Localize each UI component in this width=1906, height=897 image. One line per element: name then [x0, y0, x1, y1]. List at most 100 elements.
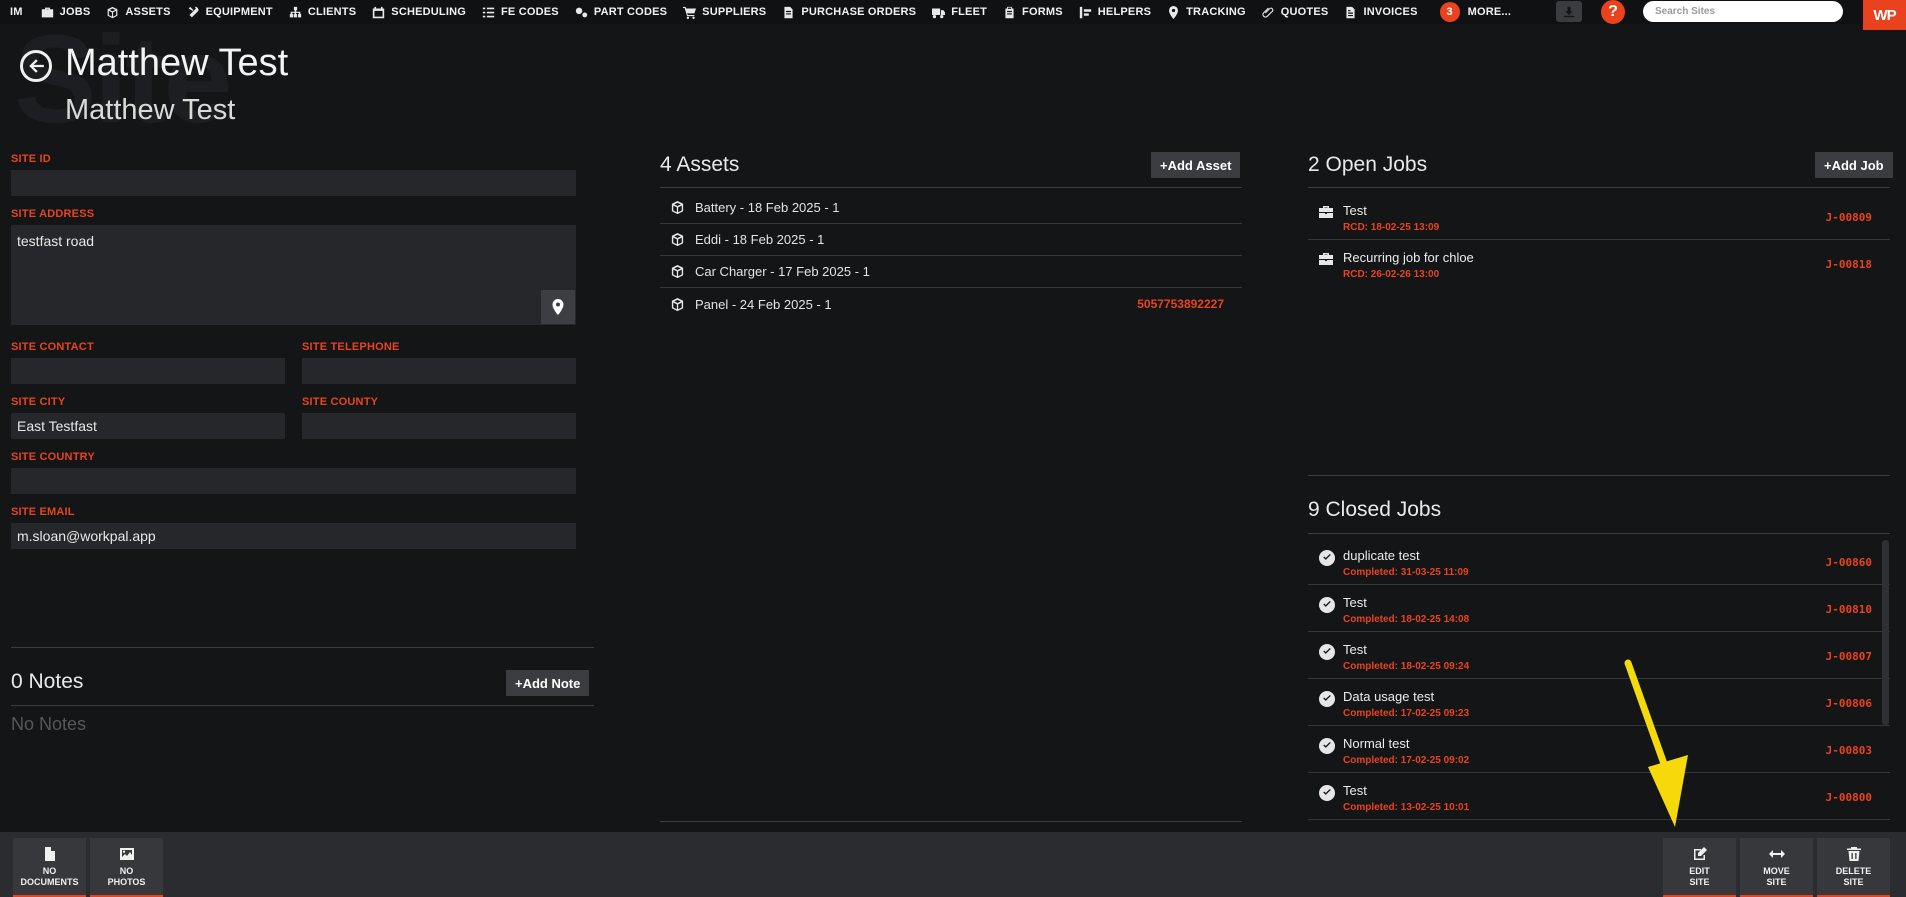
- nav-item-jobs[interactable]: JOBS: [33, 0, 99, 24]
- empty-notes-text: No Notes: [11, 714, 87, 734]
- documents-label: NO DOCUMENTS: [20, 866, 79, 887]
- documents-button[interactable]: NO DOCUMENTS: [13, 838, 86, 897]
- site-email-field[interactable]: m.sloan@workpal.app: [11, 523, 576, 549]
- nav-label: EQUIPMENT: [205, 6, 273, 18]
- closed-job-row[interactable]: Normal test Completed: 17-02-25 09:02 J-…: [1308, 726, 1890, 773]
- job-completed-date: Completed: 17-02-25 09:23: [1343, 708, 1470, 719]
- nav-label: PURCHASE ORDERS: [801, 6, 917, 18]
- annotation-arrow: [1624, 659, 1688, 827]
- arrow-left-icon: [29, 59, 44, 73]
- nav-item-clients[interactable]: CLIENTS: [281, 0, 364, 24]
- asset-name: Panel - 24 Feb 2025 - 1: [695, 296, 832, 312]
- nav-item-invoices[interactable]: INVOICES: [1336, 0, 1425, 24]
- trash-icon: [1846, 847, 1861, 861]
- briefcase-icon: [41, 7, 53, 17]
- open-job-row[interactable]: Recurring job for chloe RCD: 26-02-26 13…: [1308, 240, 1890, 287]
- nav-item-purchase-orders[interactable]: PURCHASE ORDERS: [774, 0, 924, 24]
- closed-job-row[interactable]: Test Completed: 18-02-25 09:24 J-00807: [1308, 632, 1890, 679]
- site-county-field[interactable]: [302, 413, 576, 439]
- nav-label: SCHEDULING: [391, 6, 467, 18]
- check-circle-icon: [1319, 550, 1335, 566]
- footer-toolbar: [0, 832, 1906, 897]
- nav-item-im[interactable]: IM: [0, 0, 33, 24]
- site-country-field[interactable]: [11, 468, 576, 494]
- site-contact-field[interactable]: [11, 358, 285, 384]
- job-completed-date: Completed: 18-02-25 14:08: [1343, 614, 1470, 625]
- notes-title: 0 Notes: [11, 670, 84, 693]
- search-input[interactable]: [1643, 1, 1843, 22]
- app-logo[interactable]: WP: [1863, 0, 1906, 30]
- asset-row[interactable]: Eddi - 18 Feb 2025 - 1: [660, 224, 1242, 256]
- notes-divider: [11, 647, 594, 648]
- open-job-row[interactable]: Test RCD: 18-02-25 13:09 J-00809: [1308, 193, 1890, 240]
- map-location-button[interactable]: [541, 290, 575, 324]
- site-county-label: SITE COUNTY: [302, 396, 379, 408]
- job-reference: J-00803: [1825, 744, 1872, 757]
- move-site-button[interactable]: MOVE SITE: [1740, 838, 1813, 897]
- photos-label: NO PHOTOS: [107, 866, 146, 887]
- cube-icon: [108, 6, 118, 18]
- nav-item-fleet[interactable]: FLEET: [924, 0, 995, 24]
- nav-label: IM: [10, 6, 23, 18]
- truck-icon: [932, 7, 946, 18]
- nav-item-equipment[interactable]: EQUIPMENT: [179, 0, 281, 24]
- download-button[interactable]: [1556, 1, 1582, 22]
- job-name: Data usage test: [1343, 689, 1435, 704]
- file-icon: [784, 6, 793, 18]
- job-name: duplicate test: [1343, 548, 1420, 563]
- help-button[interactable]: ?: [1601, 0, 1625, 24]
- asset-name: Battery - 18 Feb 2025 - 1: [695, 200, 840, 215]
- nav-item-tracking[interactable]: TRACKING: [1159, 0, 1254, 24]
- job-reference: J-00800: [1825, 791, 1872, 804]
- job-received-date: RCD: 18-02-25 13:09: [1343, 222, 1440, 233]
- nav-label: FE CODES: [501, 6, 559, 18]
- job-reference: J-00807: [1825, 650, 1872, 663]
- site-city-field[interactable]: East Testfast: [11, 413, 285, 439]
- asset-name: Eddi - 18 Feb 2025 - 1: [695, 232, 825, 247]
- edit-site-button[interactable]: EDIT SITE: [1663, 838, 1736, 897]
- closed-job-row[interactable]: Test Completed: 18-02-25 14:08 J-00810: [1308, 585, 1890, 632]
- site-address-field[interactable]: testfast road: [11, 225, 576, 325]
- cube-icon: [671, 232, 684, 247]
- nav-item-helpers[interactable]: HELPERS: [1071, 0, 1159, 24]
- nav-label: MORE...: [1467, 6, 1512, 18]
- job-name: Normal test: [1343, 736, 1410, 751]
- photos-button[interactable]: NO PHOTOS: [90, 838, 163, 897]
- image-icon: [119, 848, 134, 860]
- nav-item-scheduling[interactable]: SCHEDULING: [364, 0, 474, 24]
- asset-row[interactable]: Panel - 24 Feb 2025 - 1 5057753892227: [660, 288, 1242, 320]
- closed-job-row[interactable]: Test Completed: 13-02-25 10:01 J-00800: [1308, 773, 1890, 820]
- clipboard-icon: [1005, 6, 1014, 18]
- delete-site-button[interactable]: DELETE SITE: [1817, 838, 1890, 897]
- closed-job-row[interactable]: duplicate test Completed: 31-03-25 11:09…: [1308, 538, 1890, 585]
- add-job-button[interactable]: +Add Job: [1815, 152, 1893, 178]
- asset-row[interactable]: Battery - 18 Feb 2025 - 1: [660, 192, 1242, 224]
- back-button[interactable]: [20, 50, 52, 82]
- job-reference: J-00809: [1825, 211, 1872, 224]
- edit-site-label: EDIT SITE: [1689, 866, 1710, 887]
- toolbox-icon: [1319, 253, 1333, 265]
- add-asset-button[interactable]: +Add Asset: [1151, 152, 1241, 178]
- site-id-field[interactable]: [11, 170, 576, 196]
- nav-label: CLIENTS: [307, 6, 357, 18]
- nav-item-forms[interactable]: FORMS: [995, 0, 1071, 24]
- nav-item-part-codes[interactable]: PART CODES: [567, 0, 675, 24]
- nav-label: JOBS: [59, 6, 91, 18]
- job-reference: J-00806: [1825, 697, 1872, 710]
- asset-row[interactable]: Car Charger - 17 Feb 2025 - 1: [660, 256, 1242, 288]
- nav-item-more[interactable]: 3 MORE...: [1432, 0, 1520, 24]
- job-name: Test: [1343, 642, 1367, 657]
- closed-jobs-scrollbar[interactable]: [1882, 540, 1889, 725]
- calendar-icon: [373, 6, 385, 18]
- closed-job-row[interactable]: Data usage test Completed: 17-02-25 09:2…: [1308, 679, 1890, 726]
- site-country-label: SITE COUNTRY: [11, 451, 95, 463]
- check-circle-icon: [1319, 644, 1335, 660]
- nav-item-quotes[interactable]: QUOTES: [1254, 0, 1337, 24]
- site-telephone-field[interactable]: [302, 358, 576, 384]
- nav-item-fe-codes[interactable]: FE CODES: [474, 0, 567, 24]
- check-circle-icon: [1319, 785, 1335, 801]
- nav-item-assets[interactable]: ASSETS: [98, 0, 178, 24]
- assets-bottom-divider: [660, 821, 1242, 822]
- nav-item-suppliers[interactable]: SUPPLIERS: [675, 0, 774, 24]
- add-note-button[interactable]: +Add Note: [506, 670, 590, 696]
